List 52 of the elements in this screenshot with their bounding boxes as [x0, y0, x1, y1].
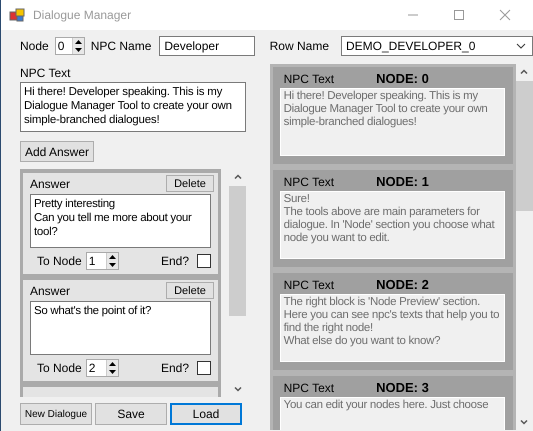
node-title: NODE: 2	[376, 277, 429, 292]
to-node-label: To Node	[37, 361, 82, 375]
npc-text-label: NPC Text	[284, 175, 334, 189]
answer-text-field[interactable]: So what's the point of it?	[30, 301, 211, 355]
end-label: End?	[160, 254, 189, 268]
maximize-icon[interactable]	[453, 9, 465, 21]
scroll-up-icon[interactable]	[520, 69, 528, 74]
npc-name-label: NPC Name	[90, 39, 152, 53]
npc-text-label: NPC Text	[284, 278, 334, 292]
up-arrow-icon[interactable]	[74, 40, 82, 44]
scroll-up-icon[interactable]	[234, 174, 242, 179]
npc-text-label: NPC Text	[20, 66, 72, 80]
to-node-spinner[interactable]: 1	[86, 252, 119, 270]
node-text-preview: The right block is 'Node Preview' section. Here you can see npc's texts that help you to find the right node! What else do you want to know?	[280, 294, 505, 362]
action-button[interactable]: Save	[95, 403, 167, 425]
app-icon	[9, 7, 25, 23]
node-text-preview: You can edit your nodes here. Just choose	[280, 397, 505, 430]
node-text-preview: Hi there! Developer speaking. This is my Dialogue Manager Tool to create your own simple-branched dialogues!	[280, 88, 505, 156]
npc-text-label: NPC Text	[284, 381, 334, 395]
node-title: NODE: 1	[376, 174, 429, 189]
node-label: Node	[20, 39, 49, 53]
delete-button[interactable]: Delete	[166, 175, 214, 192]
scroll-down-icon[interactable]	[234, 387, 242, 392]
npc-text-field[interactable]: Hi there! Developer speaking. This is my Dialogue Manager Tool to create your own simple-branched dialogues!	[20, 82, 246, 132]
end-checkbox[interactable]	[197, 254, 211, 268]
npc-name-field[interactable]: Developer	[159, 36, 256, 56]
node-spinner[interactable]: 0	[54, 37, 85, 55]
down-arrow-icon[interactable]	[74, 48, 82, 52]
answer-label: Answer	[30, 176, 70, 190]
end-label: End?	[160, 361, 189, 375]
answer-text-field[interactable]: Pretty interesting Can you tell me more about your tool?	[30, 194, 211, 248]
node-title: NODE: 3	[376, 380, 429, 395]
add-answer-button[interactable]: Add Answer	[20, 141, 94, 162]
action-button[interactable]: Load	[170, 403, 242, 425]
scroll-down-icon[interactable]	[520, 420, 528, 425]
new-dialogue-button[interactable]: New Dialogue	[20, 403, 92, 425]
row-name-label: Row Name	[270, 39, 329, 53]
to-node-label: To Node	[37, 254, 82, 268]
up-arrow-icon[interactable]	[108, 362, 116, 366]
close-icon[interactable]	[499, 9, 511, 21]
up-arrow-icon[interactable]	[108, 255, 116, 259]
node-title: NODE: 0	[376, 71, 429, 86]
npc-text-label: NPC Text	[284, 72, 334, 86]
down-arrow-icon[interactable]	[108, 370, 116, 374]
row-name-dropdown[interactable]: DEMO_DEVELOPER_0	[341, 36, 533, 56]
answer-label: Answer	[30, 284, 70, 298]
delete-button[interactable]: Delete	[166, 282, 214, 299]
down-arrow-icon[interactable]	[108, 263, 116, 267]
to-node-spinner[interactable]: 2	[86, 359, 119, 377]
end-checkbox[interactable]	[197, 361, 211, 375]
window-title: Dialogue Manager	[33, 8, 132, 22]
node-text-preview: Sure! The tools above are main parameters for dialogue. In 'Node' section you choose what node you want to edit.	[280, 191, 505, 259]
